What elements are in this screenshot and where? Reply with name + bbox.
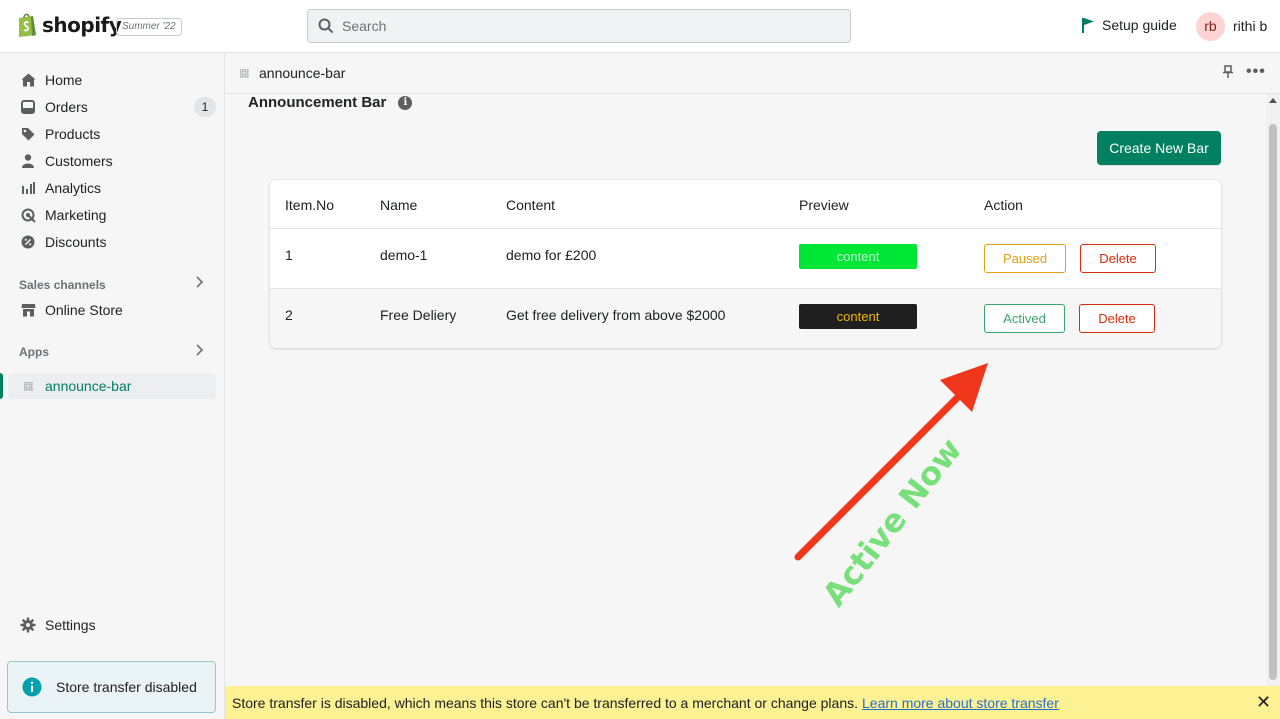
create-new-bar-button[interactable]: Create New Bar (1097, 131, 1221, 165)
brand-name: shopify (42, 13, 122, 37)
page-title: Announcement Bar i (248, 94, 413, 111)
item-content: Get free delivery from above $2000 (506, 307, 726, 323)
column-header: Preview (799, 197, 849, 213)
table-row: 2 Free Deliery Get free delivery from ab… (270, 289, 1221, 348)
item-number: 2 (285, 307, 293, 323)
page-title-text: Announcement Bar (248, 94, 387, 111)
app-icon (20, 378, 36, 394)
search-icon (318, 18, 334, 34)
sidebar-item-marketing[interactable]: Marketing (8, 202, 216, 228)
column-header: Name (380, 197, 418, 213)
home-icon (20, 72, 36, 88)
column-header: Item.No (285, 197, 335, 213)
shopify-bag-icon (19, 13, 36, 37)
scroll-up-arrow[interactable] (1269, 98, 1277, 103)
sidebar-item-products[interactable]: Products (8, 121, 216, 147)
avatar[interactable]: rb (1196, 12, 1225, 41)
search-bar[interactable] (307, 9, 851, 43)
apps-heading: Apps (19, 345, 49, 359)
active-indicator (0, 373, 3, 399)
gear-icon (20, 617, 36, 633)
sidebar-item-label: announce-bar (45, 378, 132, 394)
paused-button[interactable]: Paused (984, 244, 1066, 273)
shopify-logo[interactable]: shopify (16, 12, 122, 38)
sidebar-item-label: Home (45, 72, 83, 88)
top-bar: shopify Summer '22 Setup guide rb rithi … (0, 0, 1280, 53)
preview-bar: content (799, 304, 917, 329)
scrollbar[interactable] (1266, 94, 1280, 686)
store-transfer-text: Store transfer disabled (56, 679, 197, 695)
setup-guide-label: Setup guide (1102, 17, 1177, 33)
sidebar-item-label: Orders (45, 99, 88, 115)
chevron-right-icon[interactable] (194, 275, 204, 292)
sidebar-item-customers[interactable]: Customers (8, 148, 216, 174)
sidebar-item-analytics[interactable]: Analytics (8, 175, 216, 201)
store-icon (20, 302, 36, 318)
bar-chart-icon (20, 180, 36, 196)
discount-icon (20, 234, 36, 250)
close-icon[interactable]: ✕ (1256, 693, 1271, 711)
sidebar-item-label: Marketing (45, 207, 107, 223)
sidebar: Home Orders 1 Products Customers Analyti… (0, 53, 225, 719)
sidebar-item-online-store[interactable]: Online Store (8, 297, 216, 323)
learn-more-link[interactable]: Learn more about store transfer (862, 695, 1059, 711)
user-name[interactable]: rithi b (1233, 18, 1267, 34)
info-icon[interactable]: i (398, 95, 413, 110)
sidebar-item-orders[interactable]: Orders 1 (8, 94, 216, 120)
sidebar-item-label: Online Store (45, 302, 123, 318)
sidebar-item-settings[interactable]: Settings (8, 612, 216, 638)
sales-channels-heading: Sales channels (19, 278, 106, 292)
delete-button[interactable]: Delete (1080, 244, 1156, 273)
sidebar-item-label: Customers (45, 153, 113, 169)
sidebar-item-home[interactable]: Home (8, 67, 216, 93)
sidebar-item-label: Discounts (45, 234, 107, 250)
item-name: demo-1 (380, 247, 428, 263)
annotation-arrow (794, 363, 988, 561)
preview-bar: content (799, 244, 917, 269)
store-transfer-banner: Store transfer is disabled, which means … (225, 686, 1280, 719)
app-header: announce-bar ••• (225, 53, 1280, 94)
sidebar-item-discounts[interactable]: Discounts (8, 229, 216, 255)
item-content: demo for £200 (506, 247, 597, 263)
target-icon (20, 207, 36, 223)
announcement-table: Item.No Name Content Preview Action 1 de… (270, 180, 1221, 348)
sidebar-item-label: Analytics (45, 180, 102, 196)
scrollbar-thumb[interactable] (1269, 124, 1277, 680)
sidebar-item-label: Products (45, 126, 101, 142)
table-header: Item.No Name Content Preview Action (270, 180, 1221, 229)
orders-icon (20, 99, 36, 115)
column-header: Content (506, 197, 556, 213)
person-icon (20, 153, 36, 169)
info-icon (22, 677, 42, 697)
actived-button[interactable]: Actived (984, 304, 1065, 333)
orders-count-badge: 1 (194, 97, 216, 117)
column-header: Action (984, 197, 1023, 213)
tag-icon (20, 126, 36, 142)
edition-badge: Summer '22 (116, 18, 182, 36)
app-name: announce-bar (259, 65, 346, 81)
store-transfer-notice: Store transfer disabled (7, 661, 216, 713)
flag-icon (1082, 18, 1094, 33)
pin-icon[interactable] (1222, 65, 1234, 82)
app-icon (240, 68, 249, 77)
delete-button[interactable]: Delete (1079, 304, 1155, 333)
chevron-right-icon[interactable] (194, 343, 204, 360)
setup-guide-button[interactable]: Setup guide (1080, 17, 1177, 33)
search-input[interactable] (342, 18, 822, 34)
item-number: 1 (285, 247, 293, 263)
banner-text: Store transfer is disabled, which means … (232, 694, 858, 711)
sidebar-item-announce-bar[interactable]: announce-bar (8, 373, 216, 399)
more-actions-icon[interactable]: ••• (1246, 63, 1266, 81)
table-row: 1 demo-1 demo for £200 content Paused De… (270, 229, 1221, 289)
app-breadcrumb[interactable]: announce-bar (240, 65, 345, 81)
item-name: Free Deliery (380, 307, 457, 323)
sidebar-item-label: Settings (45, 617, 96, 633)
